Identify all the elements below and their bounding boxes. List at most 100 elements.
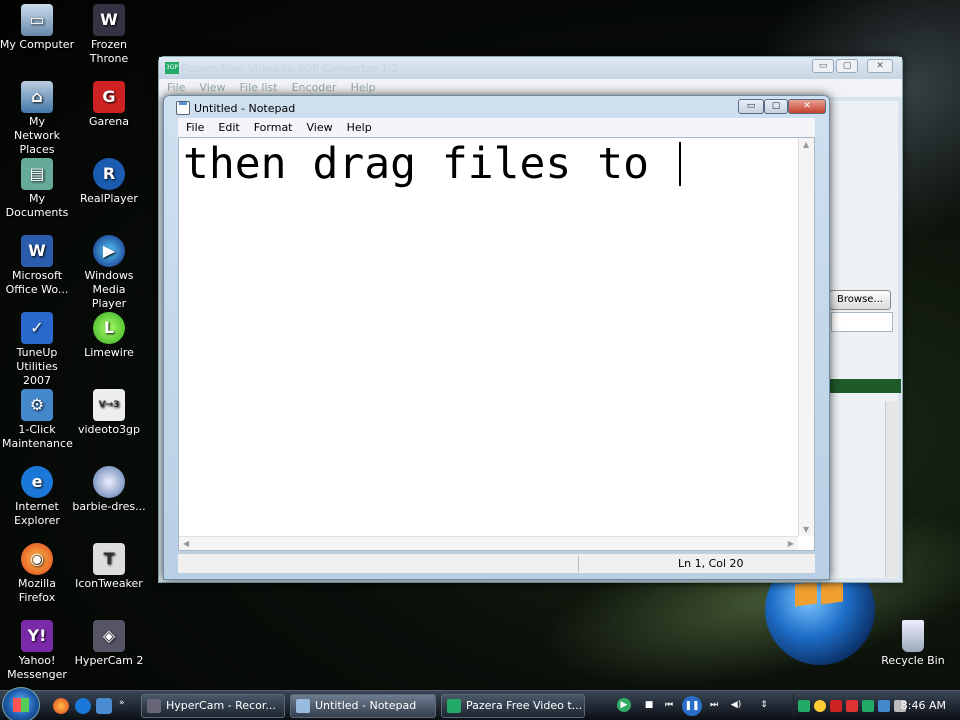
browse-button[interactable]: Browse... bbox=[829, 290, 891, 310]
media-player-toolbar: ▶ ■ ⏮ ❚❚ ⏭ ◀) ⇕ bbox=[614, 694, 774, 718]
notepad-close-button[interactable]: ✕ bbox=[788, 99, 826, 114]
desktop-icon-frozen-throne[interactable]: W Frozen Throne bbox=[69, 4, 149, 66]
desktop-icon-icontweaker[interactable]: T IconTweaker bbox=[69, 543, 149, 591]
desktop-icon-barbie[interactable]: barbie-dres... bbox=[69, 466, 149, 514]
desktop-icon-office-word[interactable]: W Microsoft Office Wo... bbox=[0, 235, 77, 297]
quicklaunch-show-desktop-icon[interactable] bbox=[96, 698, 112, 714]
desktop-icon-1-click[interactable]: ⚙ 1-Click Maintenance bbox=[0, 389, 77, 451]
media-volume-icon[interactable]: ◀) bbox=[729, 698, 743, 712]
pazera-menu-file-list[interactable]: File list bbox=[240, 81, 278, 95]
notepad-minimize-button[interactable]: ▭ bbox=[738, 99, 764, 114]
hypercam-icon bbox=[147, 699, 161, 713]
3gp-app-icon bbox=[447, 699, 461, 713]
sphere-icon bbox=[93, 466, 125, 498]
tuneup-icon: ✓ bbox=[21, 312, 53, 344]
media-stop-icon[interactable]: ■ bbox=[642, 698, 656, 712]
notepad-text-content: then drag files to bbox=[183, 139, 675, 189]
notepad-menu-edit[interactable]: Edit bbox=[218, 121, 239, 134]
pazera-title: Pazera Free Video to 3GP Converter 1.2 bbox=[181, 62, 399, 75]
network-icon: ⌂ bbox=[21, 81, 53, 113]
realplayer-icon: R bbox=[93, 158, 125, 190]
notepad-menu-help[interactable]: Help bbox=[347, 121, 372, 134]
media-expand-icon[interactable]: ⇕ bbox=[757, 698, 771, 712]
status-separator bbox=[578, 556, 579, 572]
settings-scrollbar[interactable] bbox=[885, 401, 899, 577]
media-next-icon[interactable]: ⏭ bbox=[707, 698, 721, 712]
notepad-menu-format[interactable]: Format bbox=[254, 121, 293, 134]
media-player-icon: ▶ bbox=[93, 235, 125, 267]
3gp-app-icon: 3GP bbox=[165, 62, 179, 74]
yahoo-icon: Y! bbox=[21, 620, 53, 652]
pazera-title-bar[interactable]: 3GP Pazera Free Video to 3GP Converter 1… bbox=[159, 57, 902, 79]
cursor-position: Ln 1, Col 20 bbox=[678, 557, 744, 570]
scroll-down-arrow-icon[interactable]: ▼ bbox=[803, 525, 809, 534]
pazera-menu-file[interactable]: File bbox=[167, 81, 185, 95]
desktop-icon-realplayer[interactable]: R RealPlayer bbox=[69, 158, 149, 206]
media-pause-icon[interactable]: ❚❚ bbox=[682, 696, 702, 716]
desktop-icon-videoto3gp[interactable]: V→3 videoto3gp bbox=[69, 389, 149, 437]
taskbar-button-hypercam[interactable]: HyperCam - Recor... bbox=[141, 694, 285, 718]
desktop-icon-limewire[interactable]: L Limewire bbox=[69, 312, 149, 360]
limewire-icon: L bbox=[93, 312, 125, 344]
tray-k-icon[interactable] bbox=[830, 700, 842, 712]
tray-network-icon[interactable] bbox=[878, 700, 890, 712]
system-clock[interactable]: 8:46 AM bbox=[901, 699, 946, 712]
tray-emoticon-icon[interactable] bbox=[814, 700, 826, 712]
scroll-right-arrow-icon[interactable]: ▶ bbox=[788, 539, 794, 548]
pazera-menu-view[interactable]: View bbox=[199, 81, 225, 95]
notepad-status-bar: Ln 1, Col 20 bbox=[178, 553, 815, 573]
maintenance-icon: ⚙ bbox=[21, 389, 53, 421]
pazera-maximize-button[interactable]: ▢ bbox=[836, 59, 858, 73]
scroll-left-arrow-icon[interactable]: ◀ bbox=[183, 539, 189, 548]
desktop-icon-yahoo-messenger[interactable]: Y! Yahoo! Messenger bbox=[0, 620, 77, 682]
notepad-title: Untitled - Notepad bbox=[194, 102, 296, 115]
desktop-icon-internet-explorer[interactable]: e Internet Explorer bbox=[0, 466, 77, 528]
quicklaunch-firefox-icon[interactable] bbox=[53, 698, 69, 714]
desktop-icon-media-player[interactable]: ▶ Windows Media Player bbox=[69, 235, 149, 311]
taskbar-button-pazera[interactable]: Pazera Free Video t... bbox=[441, 694, 585, 718]
firefox-icon: ◉ bbox=[21, 543, 53, 575]
desktop-icon-tuneup[interactable]: ✓ TuneUp Utilities 2007 bbox=[0, 312, 77, 388]
taskbar: » HyperCam - Recor... Untitled - Notepad… bbox=[0, 687, 960, 720]
windows-flag-icon bbox=[13, 698, 29, 712]
quicklaunch-ie-icon[interactable] bbox=[75, 698, 91, 714]
desktop-icon-garena[interactable]: G Garena bbox=[69, 81, 149, 129]
pazera-close-button[interactable]: ✕ bbox=[867, 59, 893, 73]
media-previous-icon[interactable]: ⏮ bbox=[662, 698, 676, 712]
computer-icon: ▭ bbox=[21, 4, 53, 36]
pazera-minimize-button[interactable]: ▭ bbox=[812, 59, 834, 73]
recycle-bin-icon bbox=[902, 620, 924, 652]
icontweaker-icon: T bbox=[93, 543, 125, 575]
taskbar-button-notepad[interactable]: Untitled - Notepad bbox=[290, 694, 436, 718]
start-button[interactable] bbox=[2, 687, 40, 720]
notepad-icon bbox=[176, 101, 190, 115]
scroll-up-arrow-icon[interactable]: ▲ bbox=[803, 140, 809, 149]
warcraft-icon: W bbox=[93, 4, 125, 36]
quicklaunch-chevron-icon[interactable]: » bbox=[119, 698, 127, 714]
notepad-maximize-button[interactable]: ▢ bbox=[764, 99, 788, 114]
internet-explorer-icon: e bbox=[21, 466, 53, 498]
notepad-text-area[interactable]: then drag files to ▲ ▼ ◀ ▶ bbox=[178, 137, 815, 551]
desktop-icon-firefox[interactable]: ◉ Mozilla Firefox bbox=[0, 543, 77, 605]
pazera-menu-encoder[interactable]: Encoder bbox=[292, 81, 337, 95]
vertical-scrollbar[interactable]: ▲ ▼ bbox=[798, 138, 814, 536]
notepad-menu-file[interactable]: File bbox=[186, 121, 204, 134]
notepad-menu-view[interactable]: View bbox=[307, 121, 333, 134]
desktop-icon-hypercam[interactable]: ◈ HyperCam 2 bbox=[69, 620, 149, 668]
desktop-icon-network-places[interactable]: ⌂ My Network Places bbox=[0, 81, 77, 157]
garena-icon: G bbox=[93, 81, 125, 113]
tray-3gp-icon[interactable] bbox=[798, 700, 810, 712]
desktop-icon-my-computer[interactable]: ▭ My Computer bbox=[0, 4, 77, 52]
media-play-icon[interactable]: ▶ bbox=[617, 698, 631, 712]
pazera-menu-help[interactable]: Help bbox=[351, 81, 376, 95]
notepad-menu-bar: File Edit Format View Help bbox=[178, 118, 815, 137]
desktop-icon-my-documents[interactable]: ▤ My Documents bbox=[0, 158, 77, 220]
tray-app-icon[interactable] bbox=[862, 700, 874, 712]
notepad-window[interactable]: Untitled - Notepad ▭ ▢ ✕ File Edit Forma… bbox=[163, 95, 830, 580]
output-folder-field[interactable] bbox=[831, 312, 893, 332]
video-to-3gp-icon: V→3 bbox=[93, 389, 125, 421]
tray-antivirus-icon[interactable] bbox=[846, 700, 858, 712]
horizontal-scrollbar[interactable]: ◀ ▶ bbox=[179, 536, 798, 550]
desktop-icon-recycle-bin[interactable]: Recycle Bin bbox=[873, 620, 953, 668]
word-icon: W bbox=[21, 235, 53, 267]
